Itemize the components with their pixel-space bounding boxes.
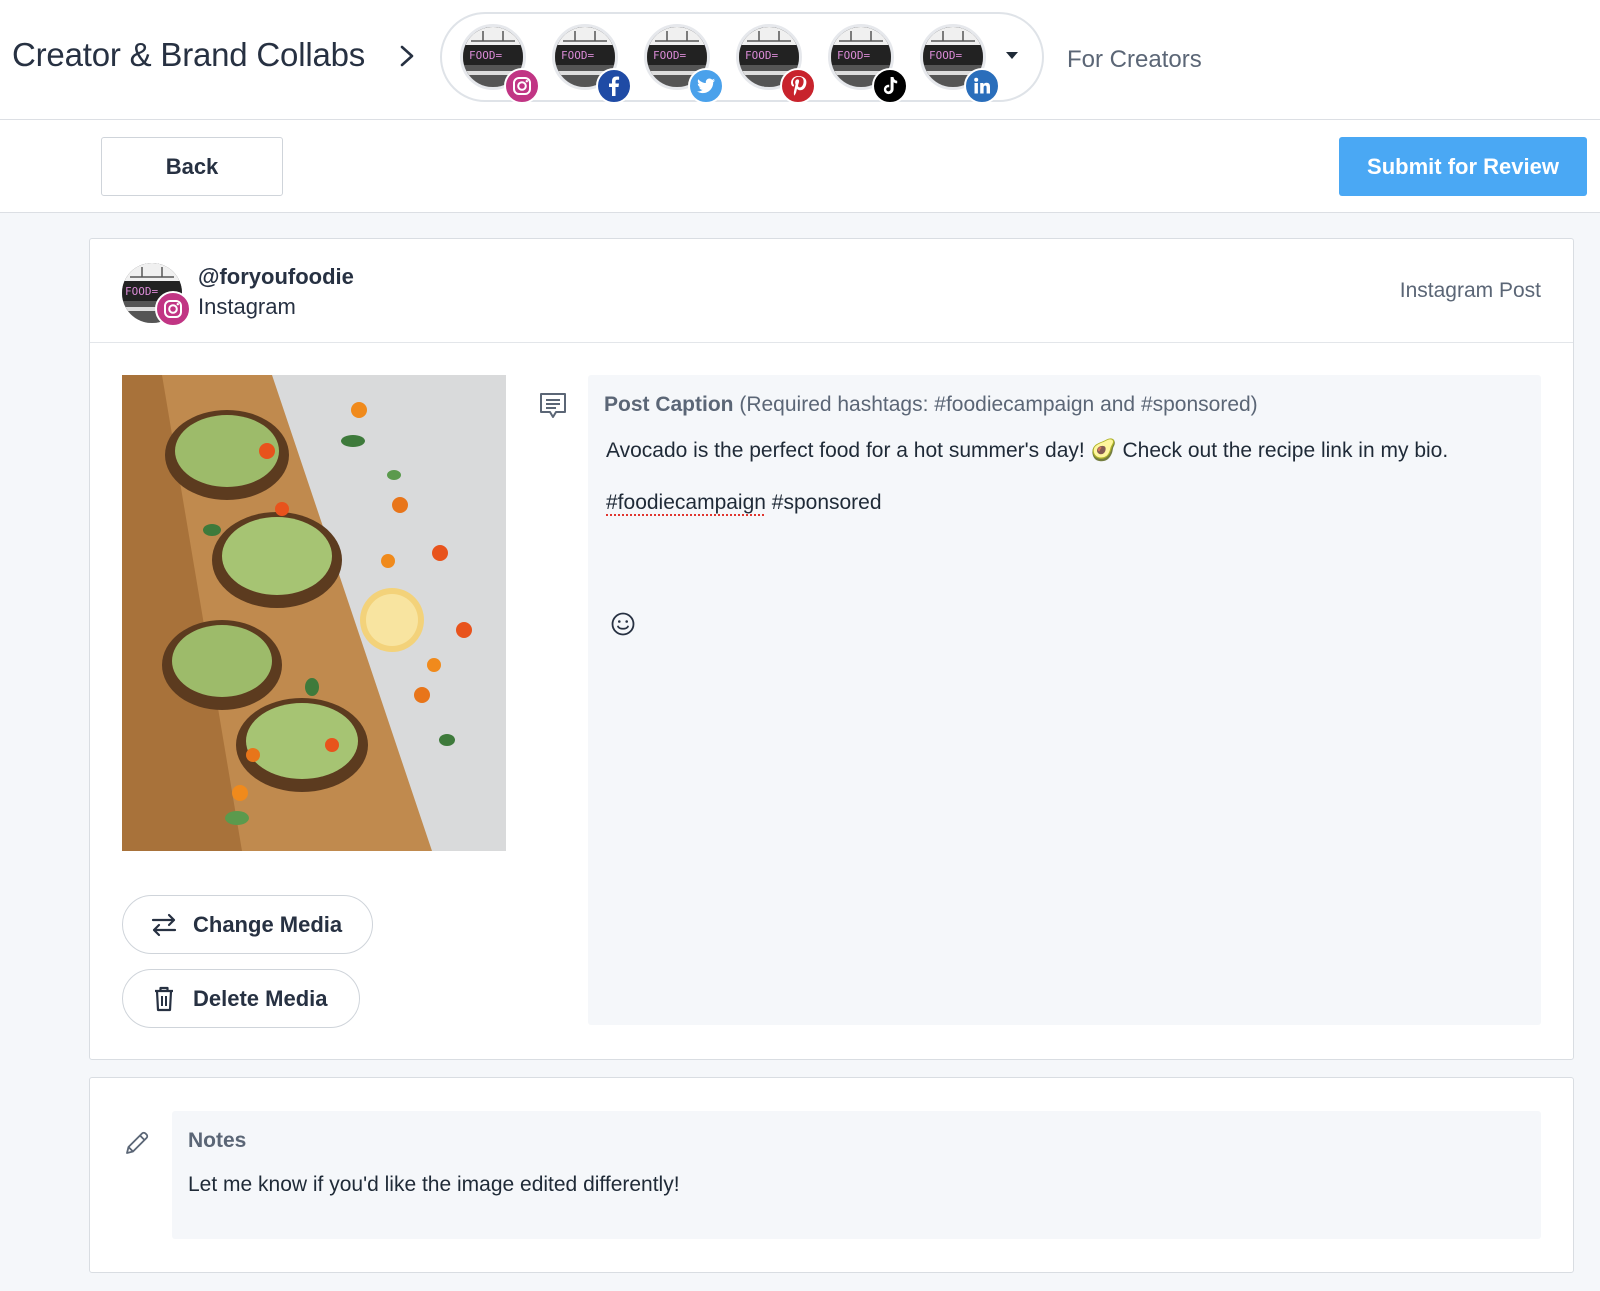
avatar-text: FOOD= xyxy=(837,49,870,62)
account-switcher[interactable]: FOOD= FOOD= FOOD= FOOD= FOOD= FOOD= xyxy=(440,12,1044,104)
avatar-text: FOOD= xyxy=(469,49,502,62)
tiktok-icon xyxy=(872,68,908,104)
swap-arrows-icon xyxy=(149,910,179,940)
notes-field[interactable]: Notes Let me know if you'd like the imag… xyxy=(172,1111,1541,1239)
avatar-text: FOOD= xyxy=(653,49,686,62)
caption-hashtags[interactable]: #foodiecampaign #sponsored xyxy=(606,491,882,515)
post-editor-card: FOOD= @foryoufoodie Instagram Instagram … xyxy=(89,238,1574,1060)
chevron-right-icon xyxy=(400,45,414,67)
post-card-header: FOOD= @foryoufoodie Instagram Instagram … xyxy=(90,239,1573,343)
post-type-label: Instagram Post xyxy=(1399,279,1541,302)
pinterest-icon xyxy=(780,68,816,104)
twitter-icon xyxy=(688,68,724,104)
delete-media-button[interactable]: Delete Media xyxy=(122,969,360,1028)
account-instagram[interactable]: FOOD= xyxy=(460,24,540,104)
trash-icon xyxy=(149,984,179,1014)
submit-for-review-button[interactable]: Submit for Review xyxy=(1339,137,1587,196)
caption-editor[interactable]: Post Caption (Required hashtags: #foodie… xyxy=(588,375,1541,1025)
notes-label: Notes xyxy=(188,1129,247,1152)
instagram-icon xyxy=(155,291,191,327)
hashtag-sponsored: #sponsored xyxy=(765,491,882,514)
section-label[interactable]: For Creators xyxy=(1067,46,1202,74)
account-pinterest[interactable]: FOOD= xyxy=(736,24,816,104)
avatar-text: FOOD= xyxy=(125,285,158,298)
caption-label-title: Post Caption xyxy=(604,393,734,416)
comment-icon xyxy=(540,393,566,418)
chevron-down-icon[interactable] xyxy=(1006,52,1018,59)
app-title: Creator & Brand Collabs xyxy=(12,36,366,73)
notes-card: Notes Let me know if you'd like the imag… xyxy=(89,1077,1574,1273)
account-network: Instagram xyxy=(198,294,296,319)
change-media-button[interactable]: Change Media xyxy=(122,895,373,954)
top-header: Creator & Brand Collabs FOOD= FOOD= FOOD… xyxy=(0,0,1600,120)
post-media-image[interactable] xyxy=(122,375,506,851)
account-linkedin[interactable]: FOOD= xyxy=(920,24,1000,104)
action-bar: Back Submit for Review xyxy=(0,120,1600,213)
account-handle: @foryoufoodie xyxy=(198,264,354,289)
pencil-icon xyxy=(126,1131,149,1154)
facebook-icon xyxy=(596,68,632,104)
account-twitter[interactable]: FOOD= xyxy=(644,24,724,104)
avatar-text: FOOD= xyxy=(745,49,778,62)
avatar-text: FOOD= xyxy=(561,49,594,62)
caption-label-requirement: (Required hashtags: #foodiecampaign and … xyxy=(733,393,1258,416)
account-tiktok[interactable]: FOOD= xyxy=(828,24,908,104)
linkedin-icon xyxy=(964,68,1000,104)
notes-text[interactable]: Let me know if you'd like the image edit… xyxy=(188,1173,680,1197)
account-facebook[interactable]: FOOD= xyxy=(552,24,632,104)
hashtag-foodiecampaign: #foodiecampaign xyxy=(606,491,766,514)
delete-media-label: Delete Media xyxy=(193,985,328,1011)
caption-label: Post Caption (Required hashtags: #foodie… xyxy=(604,393,1258,417)
instagram-icon xyxy=(504,68,540,104)
caption-text[interactable]: Avocado is the perfect food for a hot su… xyxy=(606,437,1448,464)
smiley-icon[interactable] xyxy=(610,611,636,637)
back-button[interactable]: Back xyxy=(101,137,283,196)
avatar-text: FOOD= xyxy=(929,49,962,62)
change-media-label: Change Media xyxy=(193,911,343,937)
